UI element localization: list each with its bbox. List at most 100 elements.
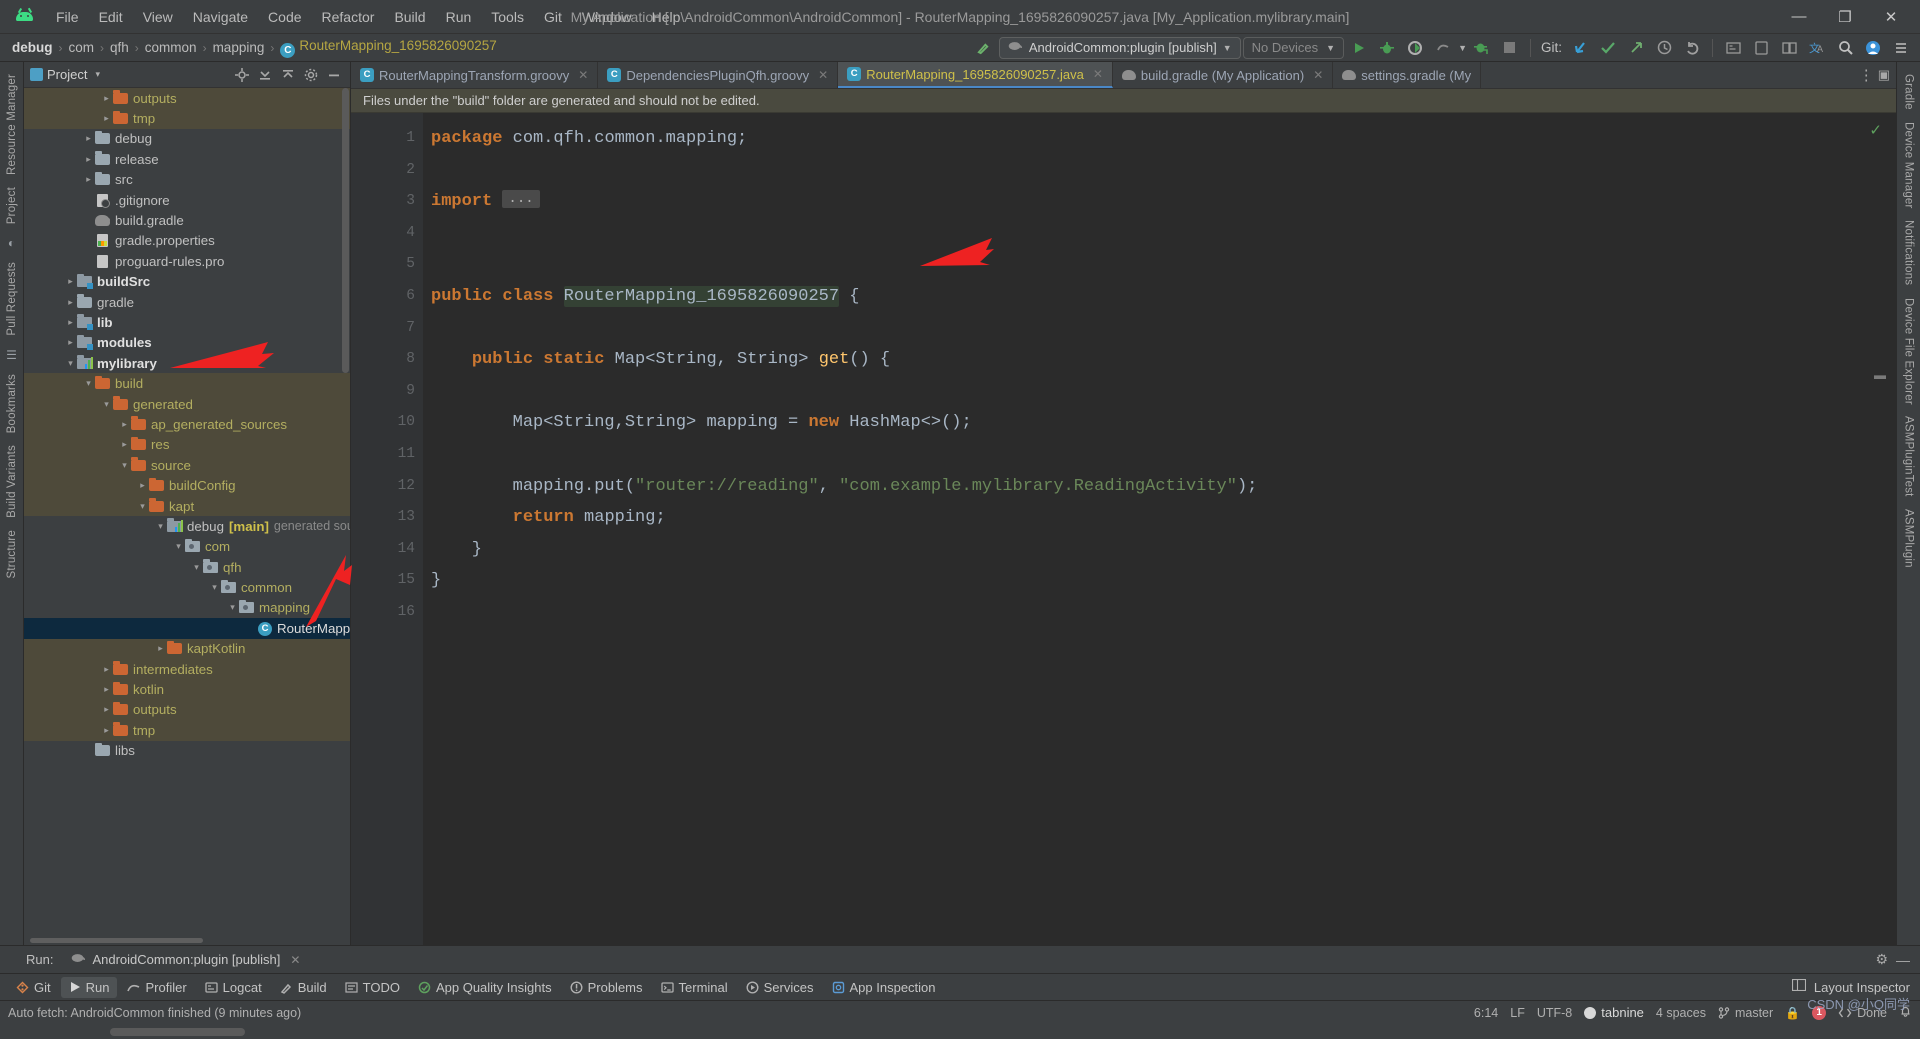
line-separator[interactable]: LF: [1510, 1006, 1525, 1020]
tree-node-intermediates[interactable]: ▸ intermediates: [24, 658, 350, 680]
chevron-down-icon[interactable]: ▾: [136, 501, 149, 512]
tree-node-outputs[interactable]: ▸ outputs: [24, 699, 350, 721]
sidebar-item-asmplugin[interactable]: ASMPlugin: [1901, 503, 1917, 574]
editor-tab-settings-gradle-my[interactable]: settings.gradle (My: [1333, 62, 1482, 88]
tool-window-build[interactable]: Build: [272, 977, 335, 998]
chevron-down-icon[interactable]: ▾: [64, 358, 77, 369]
gutter-line-15[interactable]: 15: [351, 565, 423, 597]
chevron-down-icon[interactable]: ▼: [1458, 43, 1467, 53]
tool-window-logcat[interactable]: Logcat: [197, 977, 270, 998]
tree-node-outputs[interactable]: ▸ outputs: [24, 88, 350, 109]
undo-icon[interactable]: [1679, 36, 1705, 60]
sidebar-item-resource-manager[interactable]: Resource Manager: [4, 68, 20, 181]
tree-vertical-scrollbar[interactable]: [342, 88, 349, 373]
sidebar-item-project[interactable]: Project: [4, 181, 20, 230]
indent-setting[interactable]: 4 spaces: [1656, 1006, 1706, 1020]
inspection-status-icon[interactable]: ✓: [1869, 121, 1882, 139]
code-content[interactable]: package com.qfh.common.mapping; import ..…: [423, 113, 1896, 945]
chevron-right-icon[interactable]: ▸: [136, 480, 149, 491]
tree-node-kotlin[interactable]: ▸ kotlin: [24, 679, 350, 700]
chevron-down-icon[interactable]: ▾: [100, 399, 113, 410]
menu-item-help[interactable]: Help: [642, 5, 691, 29]
chevron-right-icon[interactable]: ▸: [100, 664, 113, 675]
locate-icon[interactable]: [232, 65, 252, 85]
git-update-icon[interactable]: [1567, 36, 1593, 60]
chevron-down-icon[interactable]: ▾: [95, 69, 100, 80]
account-icon[interactable]: [1860, 36, 1886, 60]
editor-tab-dependenciespluginqfh-groovy[interactable]: C DependenciesPluginQfh.groovy ✕: [598, 62, 839, 88]
chevron-down-icon[interactable]: ▾: [82, 378, 95, 389]
tool-window-terminal[interactable]: Terminal: [653, 977, 736, 998]
gear-icon[interactable]: [301, 65, 321, 85]
hide-icon[interactable]: —: [1896, 952, 1910, 968]
profile-icon[interactable]: [1430, 36, 1456, 60]
tree-node-mapping[interactable]: ▾ mapping: [24, 598, 350, 618]
layout-inspector-label[interactable]: Layout Inspector: [1814, 980, 1910, 995]
menu-item-refactor[interactable]: Refactor: [312, 5, 385, 29]
editor-tab-routermappingtransform-groovy[interactable]: C RouterMappingTransform.groovy ✕: [351, 62, 599, 88]
tree-node-debug[interactable]: ▸ debug: [24, 129, 350, 149]
search-icon[interactable]: [1832, 36, 1858, 60]
sidebar-item-bookmarks[interactable]: Bookmarks: [4, 368, 20, 439]
search-structure-icon[interactable]: [1720, 36, 1746, 60]
gutter-line-3[interactable]: 3: [351, 186, 423, 218]
tree-node-common[interactable]: ▾ common: [24, 577, 350, 597]
breadcrumb-mapping[interactable]: mapping: [209, 39, 269, 56]
gutter-line-16[interactable]: 16: [351, 597, 423, 629]
run-configuration-tab[interactable]: AndroidCommon:plugin [publish] ✕: [65, 950, 306, 969]
menu-item-run[interactable]: Run: [436, 5, 482, 29]
tool-window-problems[interactable]: Problems: [562, 977, 651, 998]
tree-node-tmp[interactable]: ▸ tmp: [24, 720, 350, 741]
menu-item-tools[interactable]: Tools: [481, 5, 534, 29]
tool-window-run[interactable]: Run: [60, 976, 118, 998]
editor-tab-routermapping-1695826090257-java[interactable]: C RouterMapping_1695826090257.java ✕: [838, 62, 1113, 88]
tabnine-status[interactable]: tabnine: [1584, 1005, 1644, 1020]
tool-window-git[interactable]: Git: [8, 977, 59, 998]
sidebar-item-build-variants[interactable]: Build Variants: [4, 439, 20, 524]
close-icon[interactable]: ✕: [818, 68, 828, 82]
git-branch-status[interactable]: master: [1718, 1006, 1773, 1020]
code-line-7[interactable]: [423, 313, 1896, 345]
minimize-button[interactable]: —: [1776, 1, 1822, 33]
gutter-line-10[interactable]: 10: [351, 407, 423, 439]
chevron-down-icon[interactable]: ▾: [190, 562, 203, 573]
bottom-scrollbar[interactable]: [0, 1024, 1920, 1039]
tree-horizontal-scrollbar[interactable]: [24, 936, 350, 945]
gutter-line-8[interactable]: 8: [351, 344, 423, 376]
editor-tab-build-gradle-my-application-[interactable]: build.gradle (My Application) ✕: [1113, 62, 1334, 88]
sidebar-item-pull-requests[interactable]: Pull Requests: [4, 256, 20, 342]
breadcrumb-com[interactable]: com: [65, 39, 99, 56]
android-icon[interactable]: ◐: [8, 236, 15, 250]
close-icon[interactable]: ✕: [578, 68, 588, 82]
tree-node-buildconfig[interactable]: ▸ buildConfig: [24, 475, 350, 496]
sidebar-item-notifications[interactable]: Notifications: [1901, 214, 1917, 291]
chevron-right-icon[interactable]: ▸: [100, 684, 113, 695]
menu-item-git[interactable]: Git: [534, 5, 572, 29]
caret-position[interactable]: 6:14: [1474, 1006, 1498, 1020]
chevron-right-icon[interactable]: ▸: [118, 439, 131, 450]
code-line-16[interactable]: [423, 597, 1896, 629]
hide-panel-icon[interactable]: [324, 65, 344, 85]
translate-icon[interactable]: 文A: [1804, 36, 1830, 60]
chevron-right-icon[interactable]: ▸: [100, 93, 113, 104]
tree-node-qfh[interactable]: ▾ qfh: [24, 557, 350, 577]
gutter-line-9[interactable]: 9: [351, 376, 423, 408]
git-push-icon[interactable]: [1623, 36, 1649, 60]
tree-node-res[interactable]: ▸ res: [24, 434, 350, 456]
tree-node-libs[interactable]: libs: [24, 741, 350, 761]
code-line-8[interactable]: public static Map<String, String> get() …: [423, 344, 1896, 376]
chevron-right-icon[interactable]: ▸: [154, 643, 167, 654]
code-line-6[interactable]: public class RouterMapping_1695826090257…: [423, 281, 1896, 313]
tree-node-gradle[interactable]: ▸ gradle: [24, 292, 350, 312]
breadcrumb-debug[interactable]: debug: [8, 39, 57, 56]
chevron-right-icon[interactable]: ▸: [100, 113, 113, 124]
expand-all-icon[interactable]: [278, 65, 298, 85]
chevron-right-icon[interactable]: ▸: [82, 154, 95, 165]
run-with-coverage-icon[interactable]: [1402, 36, 1428, 60]
breadcrumb-common[interactable]: common: [141, 39, 201, 56]
attach-debugger-icon[interactable]: [1469, 36, 1495, 60]
tree-node-lib[interactable]: ▸ lib: [24, 312, 350, 332]
chevron-right-icon[interactable]: ▸: [64, 337, 77, 348]
run-icon[interactable]: [1346, 36, 1372, 60]
tool-window-profiler[interactable]: Profiler: [119, 977, 194, 998]
